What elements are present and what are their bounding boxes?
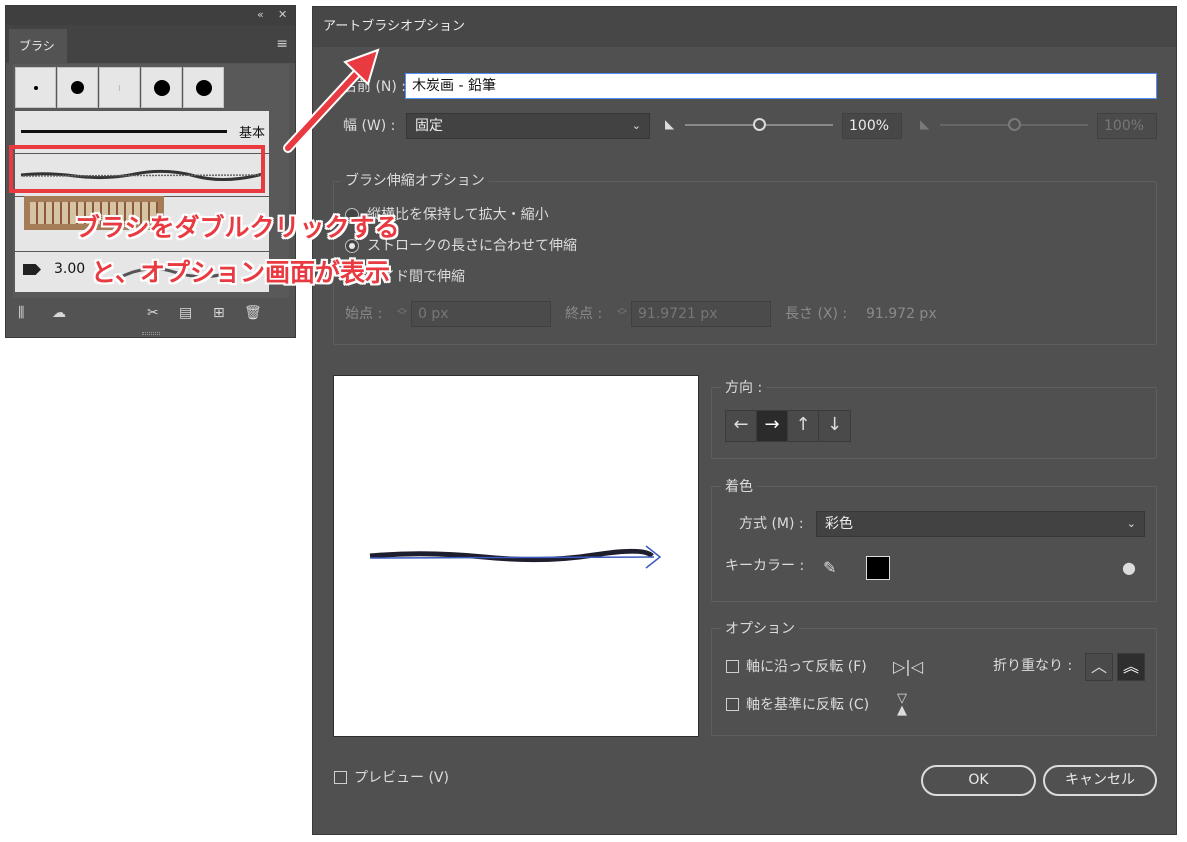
flip-along-icon: ▷|◁ [893, 657, 923, 676]
width-label: 幅 (W) : [343, 118, 396, 134]
remove-stroke-icon[interactable]: ✂ [147, 305, 159, 321]
options-group [711, 628, 1157, 736]
flip-along-checkbox[interactable] [726, 660, 739, 673]
direction-left-button[interactable]: ← [726, 411, 757, 441]
variable-slider-knob [1008, 118, 1021, 131]
highlight-box [9, 145, 265, 193]
start-stepper: ︿ ﹀ [397, 303, 407, 322]
key-color-swatch[interactable] [866, 556, 890, 580]
key-color-label: キーカラー : [725, 558, 805, 574]
eyedropper-icon[interactable]: ✎ [823, 559, 836, 577]
dialog-title: アートブラシオプション [313, 7, 1176, 47]
brush-dot-faint[interactable] [99, 67, 140, 108]
width-percent-field[interactable]: 100% [842, 113, 902, 139]
min-width-icon: ◣ [665, 117, 675, 131]
annotation-line-1: ブラシをダブルクリックする [75, 213, 400, 242]
max-width-icon: ◣ [920, 117, 930, 131]
panel-footer: ⫼ ☁ ✂ ▤ ⊞ 🗑 [6, 297, 295, 337]
collapse-icon[interactable]: « [257, 7, 264, 23]
tips-lightbulb-icon[interactable]: ● [1122, 559, 1136, 577]
brush-dots-row [15, 67, 225, 109]
flip-along-label: 軸に沿って反転 (F) [746, 659, 867, 675]
overlap-option-2-button[interactable]: ︽ [1117, 653, 1145, 681]
basic-stroke [21, 130, 227, 133]
brush-dot-tiny[interactable] [15, 67, 56, 108]
stroke-weight-icon [23, 264, 41, 275]
width-slider-knob[interactable] [753, 118, 766, 131]
direction-down-button[interactable]: ↓ [819, 411, 850, 441]
width-select-value: 固定 [415, 118, 443, 134]
cancel-button[interactable]: キャンセル [1043, 765, 1157, 796]
width-select[interactable]: 固定 ⌄ [406, 113, 650, 139]
end-field: 91.9721 px [631, 301, 771, 327]
colorization-group [711, 486, 1157, 602]
variable-percent-field: 100% [1097, 113, 1157, 139]
chevron-down-icon: ⌄ [1126, 517, 1136, 530]
ok-button[interactable]: OK [921, 765, 1036, 796]
direction-right-button[interactable]: → [757, 411, 788, 441]
panel-tab-row: ブラシ ≡ [6, 25, 295, 63]
name-label: 名前 (N) : [343, 79, 407, 95]
direction-up-button[interactable]: ↑ [788, 411, 819, 441]
flip-across-checkbox[interactable] [726, 698, 739, 711]
length-value: 91.972 px [866, 306, 937, 322]
stroke-weight-value: 3.00 [54, 261, 86, 277]
length-label: 長さ (X) : [785, 306, 848, 322]
brush-dot-large[interactable] [141, 67, 182, 108]
method-label: 方式 (M) : [739, 516, 804, 532]
creative-cloud-library-icon[interactable]: ☁ [52, 305, 66, 321]
preview-checkbox[interactable] [334, 771, 347, 784]
options-title: オプション [721, 620, 799, 638]
scale-options-title: ブラシ伸縮オプション [341, 172, 489, 190]
art-brush-options-dialog: アートブラシオプション 名前 (N) : 木炭画 - 鉛筆 幅 (W) : 固定… [312, 6, 1177, 835]
annotation-line-2: と、オプション画面が表示 [91, 258, 391, 287]
overlap-option-1-button[interactable]: ︿ [1085, 653, 1113, 681]
brush-preview [333, 375, 699, 737]
overlap-label: 折り重なり : [993, 658, 1073, 674]
method-select[interactable]: 彩色 ⌄ [816, 511, 1145, 537]
flip-across-icon: ▽ ▲ [897, 691, 907, 718]
panel-title-bar: « ✕ [6, 6, 295, 25]
brush-library-icon[interactable]: ⫼ [18, 305, 24, 321]
name-input[interactable]: 木炭画 - 鉛筆 [405, 73, 1157, 99]
chevron-down-icon: ⌄ [631, 119, 641, 132]
start-label: 始点 : [345, 306, 383, 322]
flip-across-label: 軸を基準に反転 (C) [746, 697, 870, 713]
end-label: 終点 : [565, 306, 603, 322]
brush-item-basic-label: 基本 [238, 126, 265, 141]
brush-dot-large-2[interactable] [183, 67, 224, 108]
new-brush-icon[interactable]: ⊞ [213, 305, 225, 321]
brush-dot-medium[interactable] [57, 67, 98, 108]
start-field: 0 px [411, 301, 551, 327]
tab-brushes[interactable]: ブラシ [9, 29, 67, 63]
method-select-value: 彩色 [825, 516, 853, 532]
preview-stroke [369, 545, 662, 569]
delete-brush-icon[interactable]: 🗑 [244, 305, 262, 321]
colorization-title: 着色 [721, 478, 757, 496]
direction-buttons: ← → ↑ ↓ [725, 410, 851, 442]
end-stepper: ︿ ﹀ [617, 303, 627, 322]
preview-label: プレビュー (V) [354, 770, 449, 786]
panel-menu-icon[interactable]: ≡ [276, 37, 288, 51]
resize-grip[interactable] [142, 332, 160, 335]
brush-options-icon[interactable]: ▤ [179, 305, 192, 321]
direction-label: 方向 : [721, 379, 767, 397]
close-icon[interactable]: ✕ [278, 7, 287, 23]
